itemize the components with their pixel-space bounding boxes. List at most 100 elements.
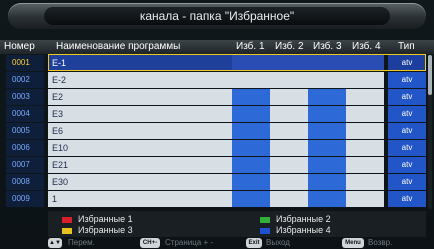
fav3-cell[interactable] [308, 174, 346, 190]
channel-number: 0007 [6, 157, 44, 173]
channel-type: atv [388, 157, 426, 173]
fav2-cell[interactable] [270, 140, 308, 156]
fav3-cell[interactable] [308, 140, 346, 156]
channel-type: atv [388, 72, 426, 88]
channel-type: atv [388, 191, 426, 207]
table-row[interactable]: 0002 E-2 atv [0, 72, 434, 89]
table-row[interactable]: 0007 E21 atv [0, 157, 434, 174]
fav2-cell[interactable] [270, 191, 308, 207]
channel-type: atv [388, 55, 426, 71]
table-row[interactable]: 0008 E30 atv [0, 174, 434, 191]
fav3-cell[interactable] [308, 55, 346, 71]
fav2-cell[interactable] [270, 174, 308, 190]
header-fav4: Изб. 4 [352, 41, 381, 52]
blue-swatch-icon [260, 227, 270, 234]
channel-key-icon: CH+- [140, 238, 160, 248]
header-number: Номер [4, 41, 35, 52]
yellow-swatch-icon [62, 227, 72, 234]
channel-name: E6 [48, 123, 232, 139]
fav4-cell[interactable] [346, 140, 384, 156]
channel-type: atv [388, 174, 426, 190]
page-title: канала - папка "Избранное" [44, 7, 390, 25]
fav1-cell[interactable] [232, 72, 270, 88]
up-down-key-icon: ▲▼ [48, 238, 62, 248]
green-swatch-icon [260, 216, 270, 223]
header-fav2: Изб. 2 [275, 41, 304, 52]
channel-name: E3 [48, 106, 232, 122]
fav2-cell[interactable] [270, 72, 308, 88]
fav1-cell[interactable] [232, 123, 270, 139]
fav3-cell[interactable] [308, 191, 346, 207]
fav3-cell[interactable] [308, 157, 346, 173]
title-bar: канала - папка "Избранное" [8, 3, 426, 29]
channel-number: 0002 [6, 72, 44, 88]
page-hint: Страница + - [165, 238, 214, 247]
legend-fav3: Избранные 3 [62, 224, 133, 236]
channel-number: 0008 [6, 174, 44, 190]
channel-number: 0009 [6, 191, 44, 207]
fav4-cell[interactable] [346, 89, 384, 105]
fav2-cell[interactable] [270, 106, 308, 122]
fav1-cell[interactable] [232, 89, 270, 105]
table-row[interactable]: 0005 E6 atv [0, 123, 434, 140]
fav4-cell[interactable] [346, 123, 384, 139]
legend-fav3-label: Избранные 3 [78, 225, 133, 235]
fav4-cell[interactable] [346, 55, 384, 71]
legend-fav4: Избранные 4 [260, 224, 331, 236]
channel-type: atv [388, 106, 426, 122]
channel-name: E-1 [48, 55, 232, 71]
legend-fav1-label: Избранные 1 [78, 214, 133, 224]
favorites-screen: канала - папка "Избранное" Номер Наимено… [0, 0, 434, 249]
fav3-cell[interactable] [308, 123, 346, 139]
exit-key-icon: Exit [246, 238, 262, 248]
channel-name: E-2 [48, 72, 232, 88]
exit-hint: Выход [266, 238, 290, 247]
fav4-cell[interactable] [346, 191, 384, 207]
fav1-cell[interactable] [232, 55, 270, 71]
fav1-cell[interactable] [232, 106, 270, 122]
channel-number: 0004 [6, 106, 44, 122]
fav1-cell[interactable] [232, 140, 270, 156]
fav4-cell[interactable] [346, 106, 384, 122]
red-swatch-icon [62, 216, 72, 223]
table-row[interactable]: 0004 E3 atv [0, 106, 434, 123]
fav2-cell[interactable] [270, 55, 308, 71]
channel-type: atv [388, 140, 426, 156]
scrollbar-thumb[interactable] [428, 55, 432, 95]
channel-number: 0005 [6, 123, 44, 139]
scrollbar[interactable] [428, 55, 432, 209]
fav2-cell[interactable] [270, 123, 308, 139]
header-fav1: Изб. 1 [236, 41, 265, 52]
fav3-cell[interactable] [308, 72, 346, 88]
fav4-cell[interactable] [346, 157, 384, 173]
channel-type: atv [388, 123, 426, 139]
channel-name: 1 [48, 191, 232, 207]
channel-name: E30 [48, 174, 232, 190]
channel-name: E21 [48, 157, 232, 173]
fav3-cell[interactable] [308, 106, 346, 122]
fav1-cell[interactable] [232, 191, 270, 207]
header-fav3: Изб. 3 [313, 41, 342, 52]
fav4-cell[interactable] [346, 72, 384, 88]
fav2-cell[interactable] [270, 157, 308, 173]
fav2-cell[interactable] [270, 89, 308, 105]
fav1-cell[interactable] [232, 157, 270, 173]
channel-type: atv [388, 89, 426, 105]
channel-number: 0001 [6, 55, 44, 71]
back-hint: Возвр. [368, 238, 393, 247]
channel-name: E2 [48, 89, 232, 105]
move-hint: Перем. [68, 238, 95, 247]
header-type: Тип [398, 41, 415, 52]
fav3-cell[interactable] [308, 89, 346, 105]
legend-fav2-label: Избранные 2 [276, 214, 331, 224]
channel-table: 0001 E-1 atv 0002 E-2 atv 0003 E2 atv 00… [0, 54, 434, 211]
table-row[interactable]: 0006 E10 atv [0, 140, 434, 157]
table-row[interactable]: 0003 E2 atv [0, 89, 434, 106]
channel-number: 0003 [6, 89, 44, 105]
legend-fav4-label: Избранные 4 [276, 225, 331, 235]
fav1-cell[interactable] [232, 174, 270, 190]
table-row[interactable]: 0009 1 atv [0, 191, 434, 208]
table-header: Номер Наименование программы Изб. 1 Изб.… [0, 40, 434, 54]
fav4-cell[interactable] [346, 174, 384, 190]
table-row[interactable]: 0001 E-1 atv [0, 54, 434, 72]
